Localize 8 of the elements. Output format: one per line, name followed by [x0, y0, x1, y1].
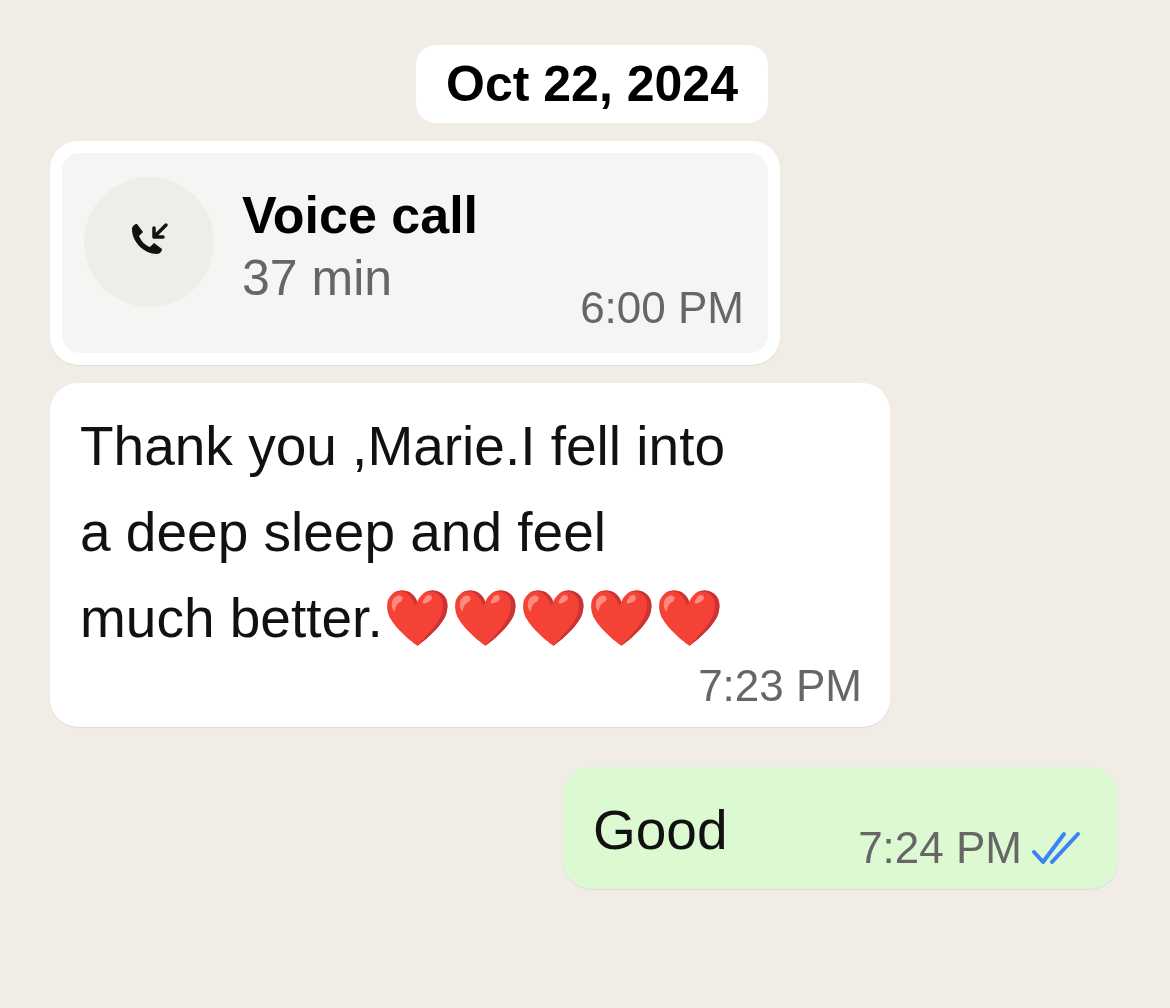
date-label: Oct 22, 2024 — [416, 45, 768, 123]
call-title: Voice call — [242, 185, 479, 245]
message-text: Good — [593, 798, 728, 863]
message-time: 7:24 PM — [858, 823, 1022, 873]
message-time: 7:23 PM — [698, 661, 862, 711]
message-time: 6:00 PM — [580, 283, 744, 333]
message-text: Thank you ,Marie.I fell into a deep sleep and feel much better.❤❤❤❤❤ — [80, 414, 726, 651]
call-duration: 37 min — [242, 249, 394, 308]
